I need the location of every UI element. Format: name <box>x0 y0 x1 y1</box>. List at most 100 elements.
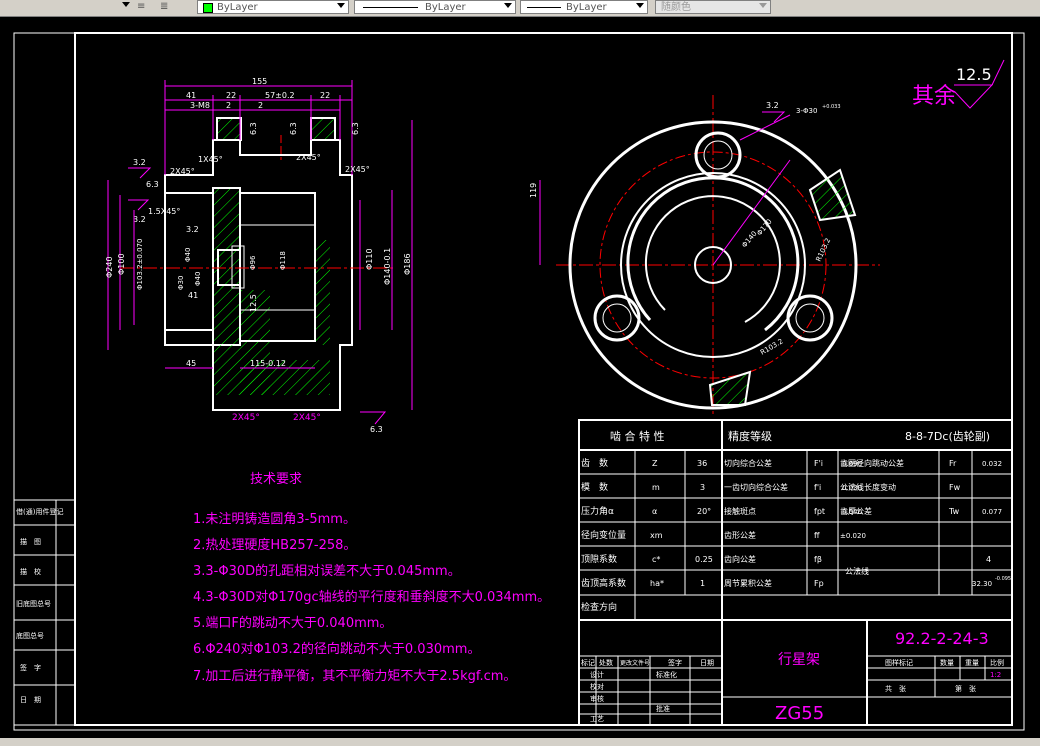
strip-label-4: 底图总号 <box>16 631 44 640</box>
dim-bottom-2x45-left: 2X45° <box>232 413 260 423</box>
row-name-6: 检查方向 <box>581 601 617 613</box>
color-combo-arrow-icon[interactable] <box>337 3 345 8</box>
lineweight-sample <box>527 7 561 8</box>
mid-sym-5: Fp <box>814 579 824 588</box>
other-surface-finish: 其余 12.5 <box>912 59 1005 109</box>
dim-41b: 41 <box>188 291 198 300</box>
top-lug-right <box>310 117 336 141</box>
table-header-left: 啮 合 特 性 <box>610 429 665 443</box>
requirement-7: 7.加工后进行静平衡，其不平衡力矩不大于2.5kgf.cm。 <box>193 669 516 684</box>
plotstyle-combo-arrow-icon[interactable] <box>759 3 767 8</box>
plotstyle-combo-label: 随颜色 <box>661 2 691 13</box>
dim-chamfer-1x45: 1X45° <box>198 155 223 164</box>
dim-diam-103: Φ103.2±0.070 <box>136 239 144 290</box>
right-name-2: 齿厚公差 <box>840 506 872 516</box>
row-val-2: 20° <box>697 507 711 516</box>
color-combo[interactable]: ByLayer <box>197 0 349 14</box>
strip-label-0: 借(通)用件登记 <box>16 507 63 516</box>
hole-left <box>593 294 641 342</box>
dim-diam-170: Φ170 <box>755 218 773 238</box>
layer-manager-icon[interactable]: ≣ <box>160 0 168 13</box>
mid-name-2: 接触斑点 <box>724 506 756 516</box>
mid-name-0: 切向综合公差 <box>724 458 772 468</box>
linetype-combo-arrow-icon[interactable] <box>504 3 512 8</box>
right-w-tol: -0.095 <box>995 576 1011 582</box>
plotstyle-combo[interactable]: 随颜色 <box>655 0 771 14</box>
right-w-val: 32.30 <box>972 580 992 588</box>
status-bar <box>0 738 1040 746</box>
mid-name-4: 齿向公差 <box>724 554 756 564</box>
hole-top-inner <box>703 140 733 170</box>
requirement-3: 3.3-Φ30D的孔距相对误差不大于0.045mm。 <box>193 563 461 579</box>
drawing-canvas[interactable]: 借(通)用件登记 描 图 描 校 旧底图总号 底图总号 签 字 日 期 其余 1… <box>0 17 1040 738</box>
right-name-3: 公法线 <box>845 566 869 576</box>
right-k: 4 <box>986 555 991 564</box>
dim-22b: 22 <box>320 91 330 100</box>
mid-name-1: 一齿切向综合公差 <box>724 482 788 492</box>
other-finish-label: 其余 <box>912 84 956 109</box>
table-header-right: 8-8-7Dc(齿轮副) <box>905 429 990 443</box>
dim-chamfer-2x45-left: 2X45° <box>170 167 195 176</box>
dim-115: 115-0.12 <box>250 359 286 368</box>
mid-name-3: 齿形公差 <box>724 530 756 540</box>
rev-col-3: 签字 <box>668 658 682 667</box>
dim-overall: 155 <box>252 77 267 86</box>
row-sym-5: ha* <box>650 579 664 588</box>
hole-right-inner <box>795 303 825 333</box>
col-0: 图样标记 <box>885 658 913 667</box>
row-sym-4: c* <box>652 555 660 564</box>
strip-label-2: 描 校 <box>20 567 41 576</box>
hole-right <box>786 294 834 342</box>
dim-diam-118: Φ118 <box>279 251 287 270</box>
right-val-2: 0.077 <box>982 508 1002 516</box>
finish-6-3-left: 6.3 <box>146 180 159 189</box>
row-sym-2: α <box>652 507 657 516</box>
section-hatch-right <box>315 240 330 345</box>
dim-diam-186: Φ186 <box>403 253 412 275</box>
mid-name-5: 周节累积公差 <box>724 578 772 588</box>
lineweight-combo[interactable]: ByLayer <box>520 0 648 14</box>
scale: 1:2 <box>990 671 1001 679</box>
mid-sym-3: ff <box>814 531 820 540</box>
dim-41: 41 <box>186 91 196 100</box>
strip-label-1: 描 图 <box>20 537 41 546</box>
row-sym-3: xm <box>650 531 663 540</box>
layer-dropdown-arrow[interactable] <box>122 2 130 7</box>
dim-diam-140: Φ140-0.1 <box>383 248 392 285</box>
technical-requirements: 技术要求 1.未注明铸造圆角3-5mm。 2.热处理硬度HB257-258。 3… <box>193 472 550 684</box>
requirement-4: 4.3-Φ30D对Φ170gc轴线的平行度和垂斜度不大0.034mm。 <box>193 589 550 605</box>
rev-col-2: 更改文件号 <box>620 659 650 667</box>
right-sym-2: Tw <box>948 507 960 516</box>
hole-top <box>694 131 742 179</box>
finish-6-3-top3: 6.3 <box>351 122 360 135</box>
dim-diam-30: Φ30 <box>177 276 185 290</box>
finish-6-3-top1: 6.3 <box>249 122 258 135</box>
requirement-2: 2.热处理硬度HB257-258。 <box>193 537 356 553</box>
finish-3-2-left: 3.2 <box>133 158 146 167</box>
role-right-0: 标准化 <box>656 670 677 679</box>
layer-state-icon[interactable]: ≡ <box>137 0 145 13</box>
part-name: 行星架 <box>778 652 820 668</box>
requirements-title: 技术要求 <box>250 472 302 487</box>
finish-3-2-left2: 3.2 <box>133 215 146 224</box>
finish-3-2-front: 3.2 <box>766 101 779 110</box>
right-val-0: 0.032 <box>982 460 1002 468</box>
hole-left-inner <box>602 303 632 333</box>
dim-diam-100: Φ100 <box>117 253 126 275</box>
role-0: 设计 <box>590 670 604 679</box>
dim-diam-96: Φ96 <box>249 255 257 270</box>
finish-12-5-inner: 12.5 <box>249 294 258 312</box>
finish-6-3-bottom: 6.3 <box>370 425 383 434</box>
color-combo-label: ByLayer <box>217 2 258 13</box>
other-finish-value: 12.5 <box>956 65 992 84</box>
linetype-combo[interactable]: ByLayer <box>354 0 516 14</box>
row-name-5: 齿顶高系数 <box>581 577 626 589</box>
col-1: 数量 <box>940 658 954 667</box>
lineweight-combo-arrow-icon[interactable] <box>636 3 644 8</box>
color-swatch <box>203 3 213 13</box>
dim-119: 119 <box>529 183 538 198</box>
property-toolbar: ≡ ≣ ByLayer ByLayer ByLayer 随颜色 <box>0 0 1040 17</box>
right-name-1: 公法线长度变动 <box>840 482 896 492</box>
finish-3-2-inner: 3.2 <box>186 225 199 234</box>
role-1: 校对 <box>590 682 604 691</box>
